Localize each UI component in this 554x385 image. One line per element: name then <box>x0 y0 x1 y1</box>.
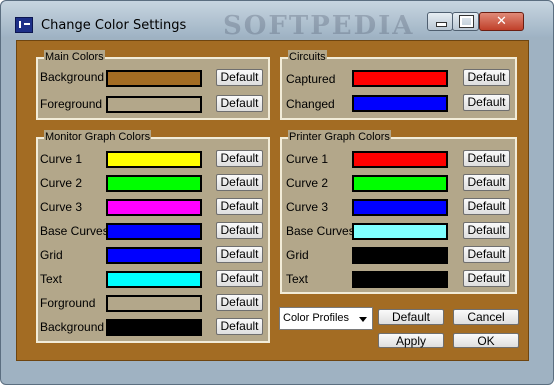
default-button[interactable]: Default <box>216 246 263 263</box>
group-title: Monitor Graph Colors <box>44 130 152 144</box>
ok-button[interactable]: OK <box>453 333 519 348</box>
row-label: Curve 1 <box>286 152 329 166</box>
apply-button[interactable]: Apply <box>378 333 444 348</box>
color-swatch[interactable] <box>352 247 448 264</box>
minimize-button[interactable] <box>427 12 453 31</box>
row-label: Forground <box>40 296 96 310</box>
color-swatch[interactable] <box>106 223 202 240</box>
row-label: Curve 2 <box>40 176 83 190</box>
group-title: Printer Graph Colors <box>288 130 391 144</box>
default-button[interactable]: Default <box>216 222 263 239</box>
close-icon: ✕ <box>496 14 507 29</box>
color-swatch[interactable] <box>106 151 202 168</box>
default-button[interactable]: Default <box>463 174 510 191</box>
color-swatch[interactable] <box>352 199 448 216</box>
close-button[interactable]: ✕ <box>479 12 524 31</box>
color-swatch[interactable] <box>352 175 448 192</box>
row-label: Curve 3 <box>286 200 329 214</box>
default-button[interactable]: Default <box>463 94 510 111</box>
color-swatch[interactable] <box>106 271 202 288</box>
maximize-button[interactable] <box>452 12 479 31</box>
default-button[interactable]: Default <box>216 294 263 311</box>
color-swatch[interactable] <box>352 95 448 112</box>
color-swatch[interactable] <box>352 223 448 240</box>
default-button[interactable]: Default <box>216 270 263 287</box>
default-button[interactable]: Default <box>463 150 510 167</box>
default-button[interactable]: Default <box>216 69 263 86</box>
row-label: Curve 3 <box>40 200 83 214</box>
color-swatch[interactable] <box>106 199 202 216</box>
row-label: Background <box>40 320 105 334</box>
color-swatch[interactable] <box>352 70 448 87</box>
color-profiles-select[interactable]: Color Profiles <box>279 307 373 330</box>
default-button[interactable]: Default <box>216 174 263 191</box>
main-colors-group: Main Colors Background Default Foregroun… <box>36 50 270 120</box>
row-label: Changed <box>286 97 335 111</box>
row-label: Curve 2 <box>286 176 329 190</box>
row-label: Curve 1 <box>40 152 83 166</box>
group-title: Main Colors <box>44 50 105 64</box>
default-button[interactable]: Default <box>216 150 263 167</box>
color-swatch[interactable] <box>106 319 202 336</box>
default-button[interactable]: Default <box>216 95 263 112</box>
window-title: Change Color Settings <box>41 18 187 33</box>
default-button[interactable]: Default <box>463 246 510 263</box>
client-area: Main Colors Background Default Foregroun… <box>16 40 529 361</box>
row-label: Foreground <box>40 97 103 111</box>
circuits-group: Circuits Captured Default Changed Defaul… <box>280 50 517 120</box>
default-button[interactable]: Default <box>463 69 510 86</box>
default-all-button[interactable]: Default <box>378 309 444 325</box>
default-button[interactable]: Default <box>216 198 263 215</box>
row-label: Captured <box>286 72 336 86</box>
row-label: Grid <box>40 248 63 262</box>
printer-graph-colors-group: Printer Graph Colors Curve 1 Default Cur… <box>280 130 517 294</box>
color-swatch[interactable] <box>352 151 448 168</box>
default-button[interactable]: Default <box>463 198 510 215</box>
app-icon <box>15 17 33 33</box>
default-button[interactable]: Default <box>463 222 510 239</box>
row-label: Background <box>40 70 105 84</box>
cancel-button[interactable]: Cancel <box>453 309 519 325</box>
chevron-down-icon[interactable] <box>359 317 367 322</box>
color-swatch[interactable] <box>106 96 202 113</box>
window: Change Color Settings SOFTPEDIA ✕ Main C… <box>0 0 554 385</box>
color-swatch[interactable] <box>106 175 202 192</box>
group-title: Circuits <box>288 50 327 64</box>
row-label: Text <box>286 272 309 286</box>
row-label: Base Curves <box>286 224 355 238</box>
color-profiles-value: Color Profiles <box>283 312 350 324</box>
default-button[interactable]: Default <box>463 270 510 287</box>
row-label: Base Curves <box>40 224 109 238</box>
row-label: Text <box>40 272 63 286</box>
watermark-logo: SOFTPEDIA <box>223 11 415 41</box>
monitor-graph-colors-group: Monitor Graph Colors Curve 1 Default Cur… <box>36 130 270 343</box>
color-swatch[interactable] <box>106 247 202 264</box>
title-bar[interactable]: Change Color Settings SOFTPEDIA ✕ <box>1 1 553 41</box>
color-swatch[interactable] <box>352 271 448 288</box>
row-label: Grid <box>286 248 309 262</box>
color-swatch[interactable] <box>106 295 202 312</box>
default-button[interactable]: Default <box>216 318 263 335</box>
color-swatch[interactable] <box>106 70 202 87</box>
